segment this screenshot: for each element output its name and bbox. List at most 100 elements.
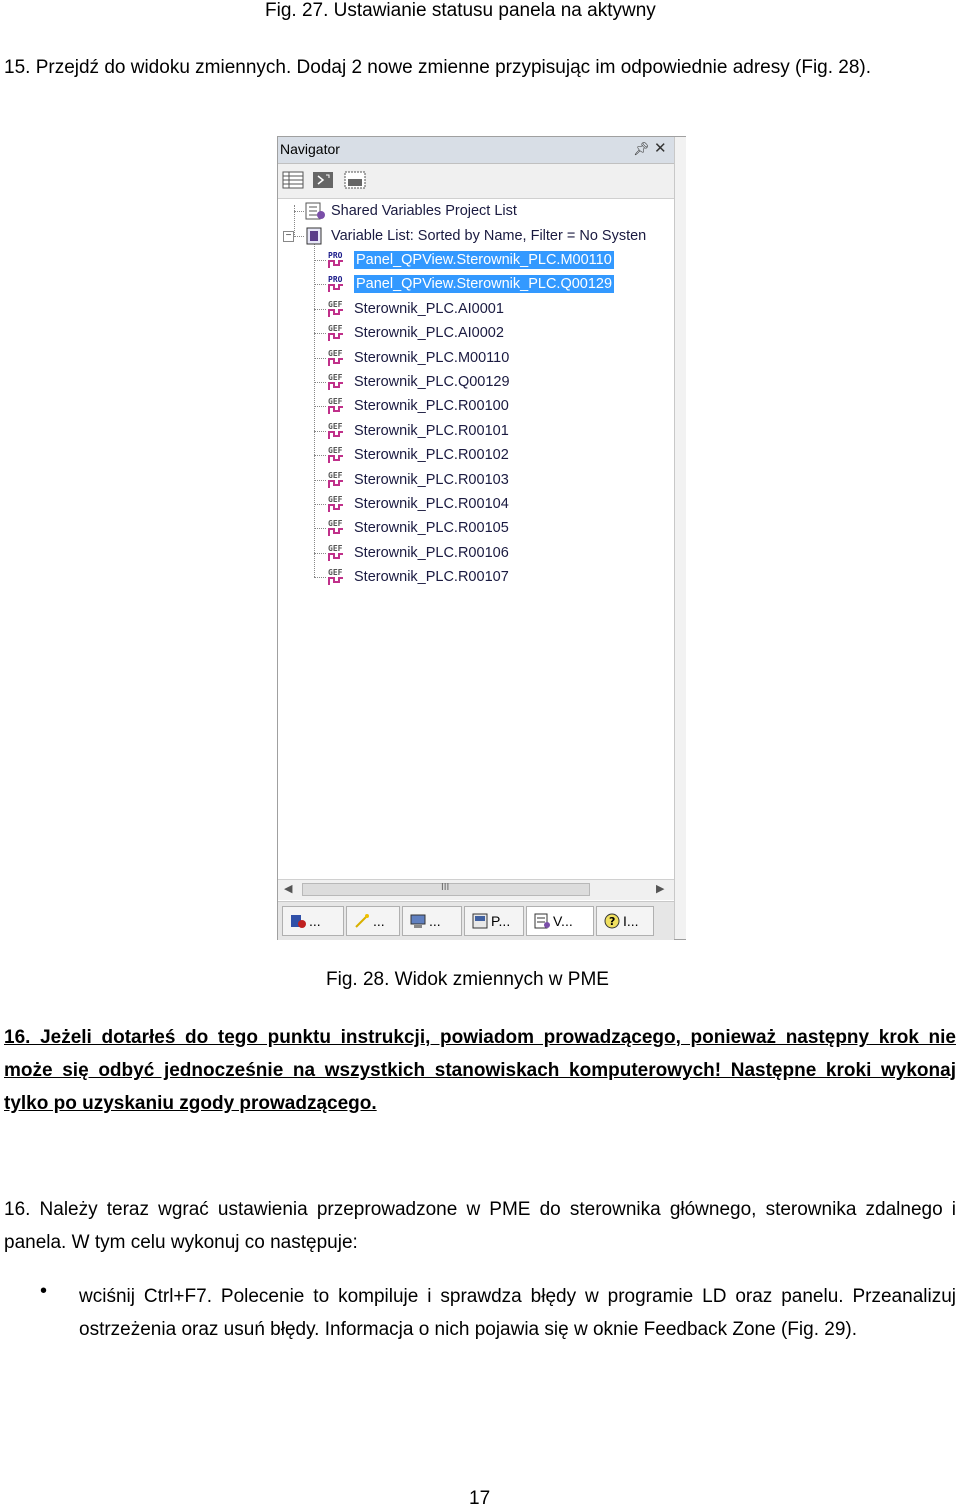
navigator-toolbar [278, 164, 674, 199]
tree-line [294, 236, 304, 237]
tree-line [314, 528, 326, 530]
svg-text:GEF: GEF [328, 568, 343, 577]
variables-icon [533, 912, 551, 930]
svg-text:GEF: GEF [328, 471, 343, 480]
tree-line [314, 284, 326, 286]
gef-variable-icon: GEF [326, 372, 346, 392]
step16-text: 16. Należy teraz wgrać ustawienia przepr… [4, 1199, 956, 1253]
shared-list-label[interactable]: Shared Variables Project List [331, 202, 517, 220]
tab-wand[interactable]: ... [346, 906, 400, 936]
svg-text:GEF: GEF [328, 422, 343, 431]
tab-label: V... [553, 913, 573, 929]
gef-variable-icon: GEF [326, 543, 346, 563]
wand-icon [353, 912, 371, 930]
navigator-titlebar: Navigator 📌︎ ✕ [278, 137, 674, 164]
svg-text:GEF: GEF [328, 446, 343, 455]
variable-item[interactable]: Sterownik_PLC.R00102 [354, 446, 509, 464]
gef-variable-icon: GEF [326, 494, 346, 514]
bullet1-text: wciśnij Ctrl+F7. Polecenie to kompiluje … [79, 1286, 956, 1340]
filter-icon[interactable] [344, 170, 366, 190]
tree-line [314, 577, 326, 579]
step15-text: 15. Przejdź do widoku zmiennych. Dodaj 2… [4, 57, 872, 78]
warning-text: 16. Jeżeli dotarłeś do tego punktu instr… [4, 1027, 956, 1114]
vertical-scrollbar[interactable] [674, 137, 686, 939]
tab-project[interactable]: ... [282, 906, 344, 936]
close-icon[interactable]: ✕ [654, 139, 667, 157]
tree-line [314, 504, 326, 505]
variable-item[interactable]: Sterownik_PLC.AI0002 [354, 324, 504, 342]
tree-line [314, 455, 326, 457]
tab-label: ... [373, 913, 385, 929]
tab-label: ... [429, 913, 441, 929]
tree-line [314, 479, 326, 481]
svg-text:GEF: GEF [328, 495, 343, 504]
svg-text:GEF: GEF [328, 324, 343, 333]
tree-line [314, 382, 326, 383]
tab-computer[interactable]: ... [402, 906, 462, 936]
tab-label: ... [309, 913, 321, 929]
scroll-left-icon[interactable]: ◀ [284, 882, 292, 895]
variable-item[interactable]: Sterownik_PLC.R00106 [354, 544, 509, 562]
help-icon: ? [603, 912, 621, 930]
horizontal-scrollbar[interactable]: ◀ III ▶ [278, 879, 674, 900]
svg-text:GEF: GEF [328, 544, 343, 553]
gef-variable-icon: GEF [326, 470, 346, 490]
svg-text:GEF: GEF [328, 373, 343, 382]
pro-variable-icon: PRO [326, 274, 346, 294]
navigator-tabs: ......... P... V...? I... [278, 901, 674, 940]
scroll-thumb[interactable]: III [302, 882, 590, 896]
collapse-icon[interactable]: − [283, 231, 294, 242]
tab-variables[interactable]: V... [526, 906, 594, 936]
variable-item[interactable]: Sterownik_PLC.R00101 [354, 422, 509, 440]
svg-text:GEF: GEF [328, 300, 343, 309]
tab-label: P... [491, 913, 511, 929]
svg-text:?: ? [609, 915, 615, 928]
tree-line [314, 552, 326, 554]
variable-item[interactable]: Sterownik_PLC.M00110 [354, 349, 509, 367]
page-number: 17 [469, 1488, 491, 1509]
variable-item[interactable]: Sterownik_PLC.R00107 [354, 568, 509, 586]
variable-item[interactable]: Sterownik_PLC.R00103 [354, 471, 509, 489]
tab-help[interactable]: ? I... [596, 906, 654, 936]
variable-item[interactable]: Panel_QPView.Sterownik_PLC.M00110 [354, 251, 614, 269]
svg-text:GEF: GEF [328, 349, 343, 358]
gef-variable-icon: GEF [326, 567, 346, 587]
gef-variable-icon: GEF [326, 445, 346, 465]
fig27-caption: Fig. 27. Ustawianie statusu panela na ak… [265, 0, 656, 21]
shared-list-icon [304, 201, 326, 221]
navigator-title: Navigator [280, 141, 340, 157]
tree-line [314, 406, 326, 408]
tree-line [314, 333, 326, 335]
tab-label: I... [623, 913, 639, 929]
svg-text:GEF: GEF [328, 519, 343, 528]
pro-variable-icon: PRO [326, 250, 346, 270]
variable-item[interactable]: Sterownik_PLC.AI0001 [354, 300, 504, 318]
svg-text:PRO: PRO [328, 251, 343, 260]
variable-tree: Shared Variables Project List − Variable L… [278, 199, 674, 879]
tree-line [314, 357, 326, 359]
tree-line [314, 243, 315, 577]
tree-line [314, 430, 326, 432]
variable-item[interactable]: Panel_QPView.Sterownik_PLC.Q00129 [354, 275, 615, 294]
computer-icon [409, 912, 427, 930]
scroll-grip: III [441, 882, 450, 893]
move-icon[interactable] [312, 170, 334, 190]
variable-list-icon [304, 226, 326, 246]
svg-text:GEF: GEF [328, 397, 343, 406]
scroll-right-icon[interactable]: ▶ [656, 882, 664, 895]
pin-icon[interactable]: 📌︎ [633, 141, 650, 157]
gef-variable-icon: GEF [326, 348, 346, 368]
tab-panel[interactable]: P... [464, 906, 524, 936]
tree-line [294, 211, 304, 212]
variable-item[interactable]: Sterownik_PLC.Q00129 [354, 373, 510, 391]
grid-view-icon[interactable] [282, 170, 304, 190]
variable-item[interactable]: Sterownik_PLC.R00100 [354, 397, 509, 415]
tree-line [314, 260, 326, 261]
variable-list-label[interactable]: Variable List: Sorted by Name, Filter = … [331, 227, 646, 245]
svg-text:PRO: PRO [328, 275, 343, 284]
navigator-panel: Navigator 📌︎ ✕ Shared Variables Project … [277, 136, 686, 940]
fig28-caption: Fig. 28. Widok zmiennych w PME [326, 969, 609, 990]
variable-item[interactable]: Sterownik_PLC.R00105 [354, 519, 509, 537]
gef-variable-icon: GEF [326, 323, 346, 343]
variable-item[interactable]: Sterownik_PLC.R00104 [354, 495, 509, 513]
